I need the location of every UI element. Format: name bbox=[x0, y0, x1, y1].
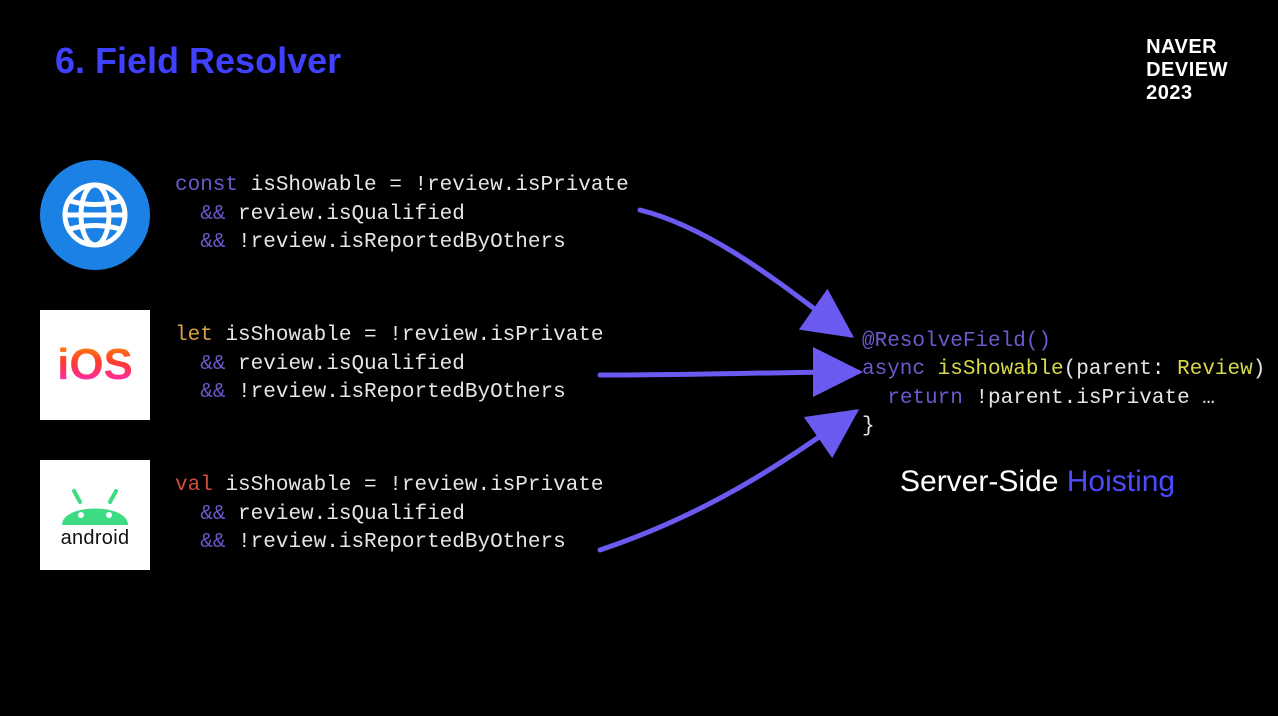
tagline-part1: Server-Side bbox=[900, 465, 1067, 498]
brand-line1: NAVER bbox=[1146, 36, 1228, 59]
web-op2: && bbox=[200, 203, 225, 226]
android-var: isShowable bbox=[225, 474, 351, 497]
tagline-part2: Hoisting bbox=[1067, 465, 1175, 498]
return-expr: !parent.isPrivate … bbox=[963, 387, 1215, 410]
platform-android: android val isShowable = !review.isPriva… bbox=[40, 460, 629, 570]
android-icon bbox=[56, 481, 134, 525]
ios-eq: = bbox=[351, 324, 389, 347]
android-l1: !review.isPrivate bbox=[389, 474, 603, 497]
android-label: android bbox=[61, 527, 130, 550]
web-code: const isShowable = !review.isPrivate && … bbox=[175, 172, 629, 257]
brand-line2: DEVIEW bbox=[1146, 59, 1228, 82]
slide-title: 6. Field Resolver bbox=[55, 40, 341, 82]
android-l2: review.isQualified bbox=[225, 503, 464, 526]
web-eq: = bbox=[377, 174, 415, 197]
ios-op3: && bbox=[200, 381, 225, 404]
android-l3: !review.isReportedByOthers bbox=[225, 531, 565, 554]
paren-close: ) { bbox=[1253, 358, 1278, 381]
server-code: @ResolveField() async isShowable(parent:… bbox=[862, 328, 1278, 441]
param-type: Review bbox=[1177, 358, 1253, 381]
ios-kw: let bbox=[175, 324, 213, 347]
android-op2: && bbox=[200, 503, 225, 526]
platform-web: const isShowable = !review.isPrivate && … bbox=[40, 160, 629, 270]
ios-icon-box: iOS bbox=[40, 310, 150, 420]
func-name: isShowable bbox=[938, 358, 1064, 381]
tagline: Server-Side Hoisting bbox=[900, 465, 1175, 499]
decorator: @ResolveField() bbox=[862, 330, 1051, 353]
close-brace: } bbox=[862, 415, 875, 438]
web-l1: !review.isPrivate bbox=[414, 174, 628, 197]
brand-block: NAVER DEVIEW 2023 bbox=[1146, 36, 1228, 105]
ios-icon: iOS bbox=[57, 340, 133, 390]
web-var: isShowable bbox=[251, 174, 377, 197]
return-kw: return bbox=[887, 387, 963, 410]
colon: : bbox=[1152, 358, 1177, 381]
web-icon-box bbox=[40, 160, 150, 270]
ios-l3: !review.isReportedByOthers bbox=[225, 381, 565, 404]
brand-line3: 2023 bbox=[1146, 82, 1228, 105]
platform-ios: iOS let isShowable = !review.isPrivate &… bbox=[40, 310, 629, 420]
paren-open: ( bbox=[1064, 358, 1077, 381]
android-eq: = bbox=[351, 474, 389, 497]
android-icon-box: android bbox=[40, 460, 150, 570]
platforms-column: const isShowable = !review.isPrivate && … bbox=[40, 160, 629, 570]
ios-l2: review.isQualified bbox=[225, 353, 464, 376]
android-op3: && bbox=[200, 531, 225, 554]
web-op3: && bbox=[200, 231, 225, 254]
android-kw: val bbox=[175, 474, 213, 497]
param-name: parent bbox=[1076, 358, 1152, 381]
ios-var: isShowable bbox=[225, 324, 351, 347]
ios-code: let isShowable = !review.isPrivate && re… bbox=[175, 322, 604, 407]
web-l3: !review.isReportedByOthers bbox=[225, 231, 565, 254]
web-kw: const bbox=[175, 174, 238, 197]
globe-icon bbox=[40, 160, 150, 270]
ios-l1: !review.isPrivate bbox=[389, 324, 603, 347]
android-code: val isShowable = !review.isPrivate && re… bbox=[175, 472, 604, 557]
ios-op2: && bbox=[200, 353, 225, 376]
async-kw: async bbox=[862, 358, 925, 381]
web-l2: review.isQualified bbox=[225, 203, 464, 226]
